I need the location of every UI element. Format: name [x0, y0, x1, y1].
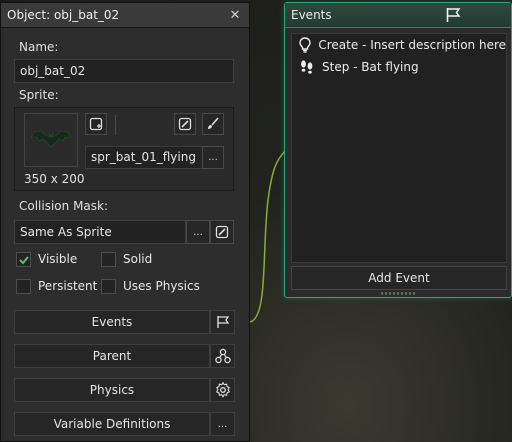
persistent-label: Persistent — [38, 279, 98, 293]
solid-label: Solid — [123, 252, 153, 266]
events-list: Create - Insert description here Step - … — [291, 33, 507, 263]
visible-checkbox[interactable] — [16, 252, 31, 267]
collision-mask-select[interactable]: Same As Sprite — [14, 220, 186, 244]
events-button[interactable]: Events — [14, 310, 210, 334]
brush-icon — [208, 117, 219, 129]
variable-definitions-more-button[interactable]: ... — [210, 412, 235, 436]
parent-icon-button[interactable] — [210, 344, 235, 368]
list-item[interactable]: Create - Insert description here — [292, 34, 506, 56]
sprite-label: Sprite: — [19, 88, 59, 102]
parent-button[interactable]: Parent — [14, 344, 210, 368]
edit-image-icon — [178, 117, 192, 131]
resize-handle[interactable] — [381, 292, 417, 295]
lightbulb-icon — [298, 36, 312, 54]
sprite-section: 350 x 200 spr_bat_01_flying ... — [14, 107, 234, 191]
list-item[interactable]: Step - Bat flying — [292, 56, 506, 78]
edit-image-icon — [215, 225, 229, 239]
add-event-button[interactable]: Add Event — [291, 266, 507, 290]
persistent-checkbox[interactable] — [16, 279, 31, 294]
object-panel-title: Object: obj_bat_02 — [7, 8, 120, 22]
sprite-size: 350 x 200 — [24, 172, 85, 186]
object-panel-header[interactable]: Object: obj_bat_02 ✕ — [1, 3, 249, 28]
bat-sprite-icon — [31, 130, 71, 148]
edit-image-button[interactable] — [202, 113, 224, 135]
physics-icon-button[interactable] — [210, 378, 235, 402]
uses-physics-label: Uses Physics — [123, 279, 200, 293]
checkmark-icon — [18, 255, 29, 264]
collision-mask-label: Collision Mask: — [19, 199, 109, 213]
events-panel-title: Events — [291, 8, 332, 22]
name-field[interactable]: obj_bat_02 — [14, 59, 234, 83]
events-panel: Events Create - Insert description here — [284, 2, 512, 298]
sprite-select[interactable]: spr_bat_01_flying — [85, 146, 203, 169]
event-label: Create - Insert description here — [318, 38, 506, 52]
events-panel-header[interactable]: Events — [285, 3, 511, 28]
name-label: Name: — [19, 40, 59, 54]
variable-definitions-button[interactable]: Variable Definitions — [14, 412, 210, 436]
collision-mask-browse-button[interactable]: ... — [186, 220, 210, 244]
new-sprite-icon — [89, 117, 103, 131]
object-panel: Object: obj_bat_02 ✕ Name: obj_bat_02 Sp… — [0, 2, 250, 442]
event-label: Step - Bat flying — [322, 60, 419, 74]
physics-button[interactable]: Physics — [14, 378, 210, 402]
close-icon[interactable]: ✕ — [227, 7, 243, 23]
visible-label: Visible — [38, 252, 78, 266]
hierarchy-icon — [214, 348, 231, 364]
gear-icon — [215, 382, 230, 398]
divider — [115, 115, 116, 135]
events-flag-button[interactable] — [210, 310, 235, 334]
solid-checkbox[interactable] — [101, 252, 116, 267]
sprite-browse-button[interactable]: ... — [202, 146, 224, 169]
sprite-thumbnail[interactable] — [24, 113, 78, 167]
edit-sprite-button[interactable] — [174, 113, 196, 135]
edit-collision-mask-button[interactable] — [210, 220, 234, 244]
flag-icon[interactable] — [445, 7, 461, 23]
uses-physics-checkbox[interactable] — [101, 279, 116, 294]
footsteps-icon — [298, 58, 316, 76]
new-sprite-button[interactable] — [85, 113, 107, 135]
flag-icon — [216, 316, 229, 328]
